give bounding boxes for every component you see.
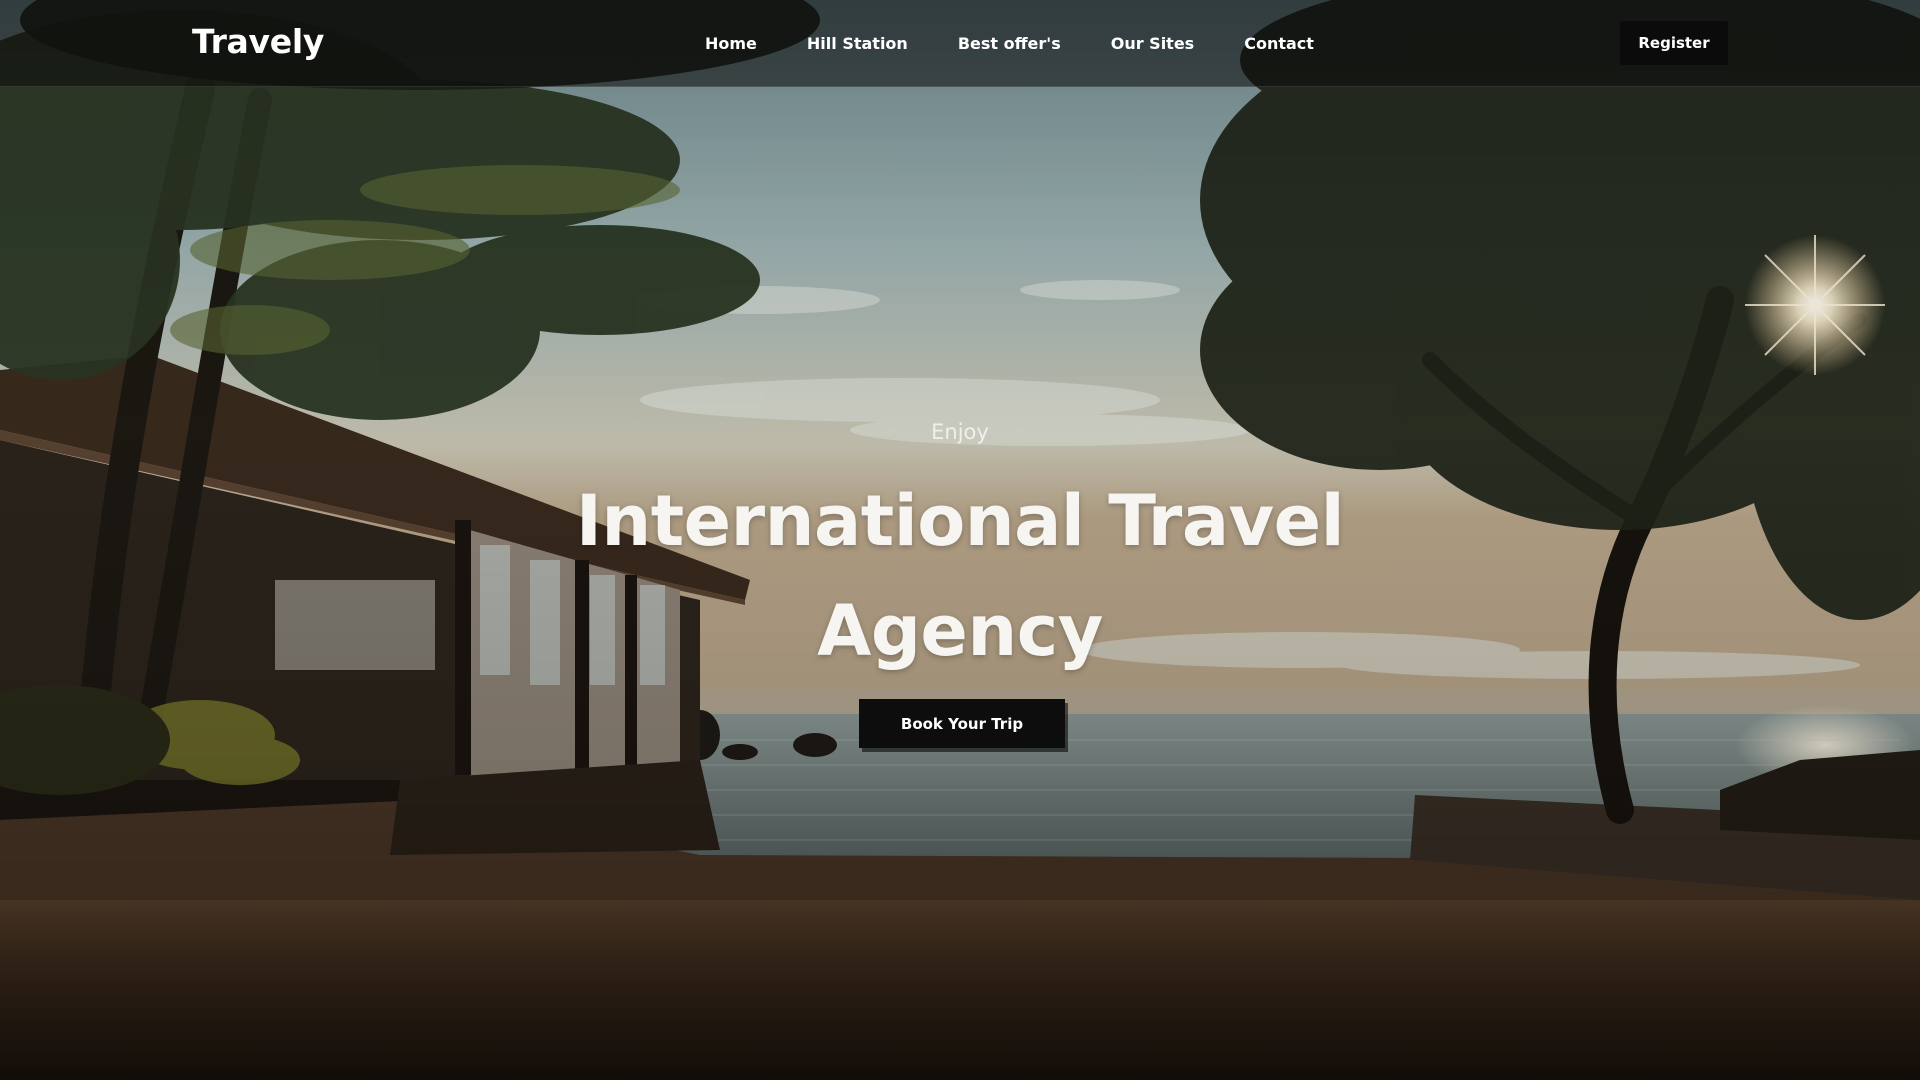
book-your-trip-button[interactable]: Book Your Trip <box>859 699 1065 748</box>
hero-eyebrow: Enjoy <box>931 420 989 444</box>
landing-page: Travely Home Hill Station Best offer's O… <box>0 0 1920 1080</box>
hero-headline: International Travel Agency <box>575 480 1345 672</box>
hero-section: Enjoy International Travel Agency Book Y… <box>0 0 1920 1080</box>
